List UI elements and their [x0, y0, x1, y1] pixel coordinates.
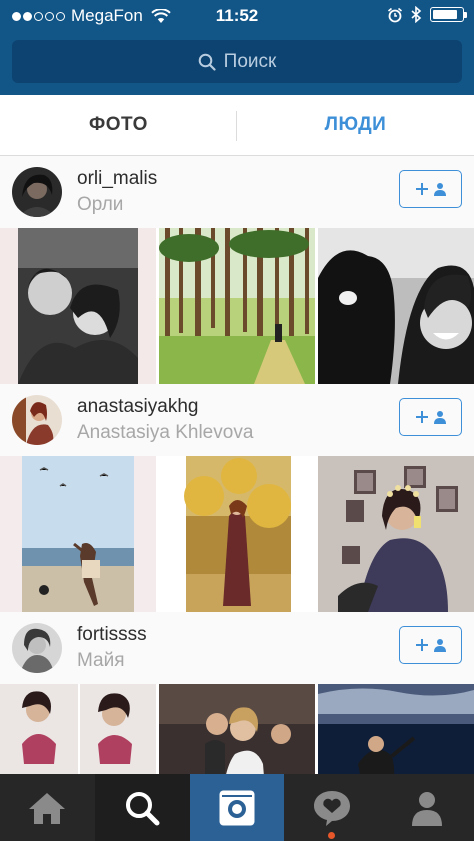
status-bar: MegaFon 11:52	[0, 0, 474, 32]
photo-thumbnail[interactable]	[0, 228, 156, 384]
username[interactable]: fortissss	[77, 624, 147, 646]
avatar[interactable]	[12, 623, 62, 673]
user-row[interactable]: anastasiyakhg Anastasiya Khlevova	[0, 384, 474, 456]
photo-strip	[0, 456, 474, 612]
tab-divider	[236, 111, 237, 141]
person-icon	[433, 183, 446, 196]
tab-photos[interactable]: ФОТО	[0, 95, 237, 155]
search-icon	[198, 53, 216, 71]
tab-profile[interactable]	[379, 774, 474, 841]
photo-thumbnail[interactable]	[159, 456, 315, 612]
photo-strip	[0, 684, 474, 774]
header: MegaFon 11:52 Поиск	[0, 0, 474, 95]
tab-photos-label: ФОТО	[89, 114, 148, 135]
photo-thumbnail[interactable]	[318, 228, 474, 384]
alarm-icon	[387, 7, 403, 22]
full-name: Anastasiya Khlevova	[77, 422, 254, 443]
home-icon	[29, 792, 66, 824]
plus-icon	[415, 639, 428, 651]
tab-activity[interactable]	[284, 774, 379, 841]
follow-button[interactable]	[399, 170, 462, 208]
activity-icon	[313, 790, 350, 826]
search-input[interactable]: Поиск	[12, 40, 462, 83]
tab-bar	[0, 774, 474, 841]
user-row[interactable]: fortissss Майя	[0, 612, 474, 684]
search-icon	[126, 791, 160, 825]
search-placeholder: Поиск	[223, 50, 277, 72]
user-row[interactable]: orli_malis Орли	[0, 156, 474, 228]
follow-button[interactable]	[399, 626, 462, 664]
photo-strip	[0, 228, 474, 384]
photo-thumbnail[interactable]	[159, 684, 315, 774]
photo-thumbnail[interactable]	[0, 684, 156, 774]
follow-button[interactable]	[399, 398, 462, 436]
bluetooth-icon	[411, 6, 422, 23]
full-name: Орли	[77, 194, 124, 215]
plus-icon	[415, 411, 428, 423]
tab-home[interactable]	[0, 774, 95, 841]
tab-search[interactable]	[94, 774, 190, 841]
profile-icon	[411, 791, 442, 826]
tab-camera[interactable]	[189, 774, 285, 841]
battery-icon	[430, 7, 467, 22]
username[interactable]: orli_malis	[77, 168, 157, 190]
camera-icon	[219, 790, 255, 825]
notification-dot	[328, 832, 336, 839]
tab-people[interactable]: ЛЮДИ	[237, 95, 474, 155]
person-icon	[433, 639, 446, 652]
person-icon	[433, 411, 446, 424]
full-name: Майя	[77, 650, 125, 671]
username[interactable]: anastasiyakhg	[77, 396, 253, 418]
plus-icon	[415, 183, 428, 195]
avatar[interactable]	[12, 167, 62, 217]
photo-thumbnail[interactable]	[159, 228, 315, 384]
avatar[interactable]	[12, 395, 62, 445]
people-list[interactable]: orli_malis Орли anastasiyakhg Anastasiya…	[0, 156, 474, 774]
photo-thumbnail[interactable]	[318, 684, 474, 774]
segment-tabs: ФОТО ЛЮДИ	[0, 95, 474, 156]
photo-thumbnail[interactable]	[0, 456, 156, 612]
photo-thumbnail[interactable]	[318, 456, 474, 612]
tab-people-label: ЛЮДИ	[324, 114, 387, 135]
